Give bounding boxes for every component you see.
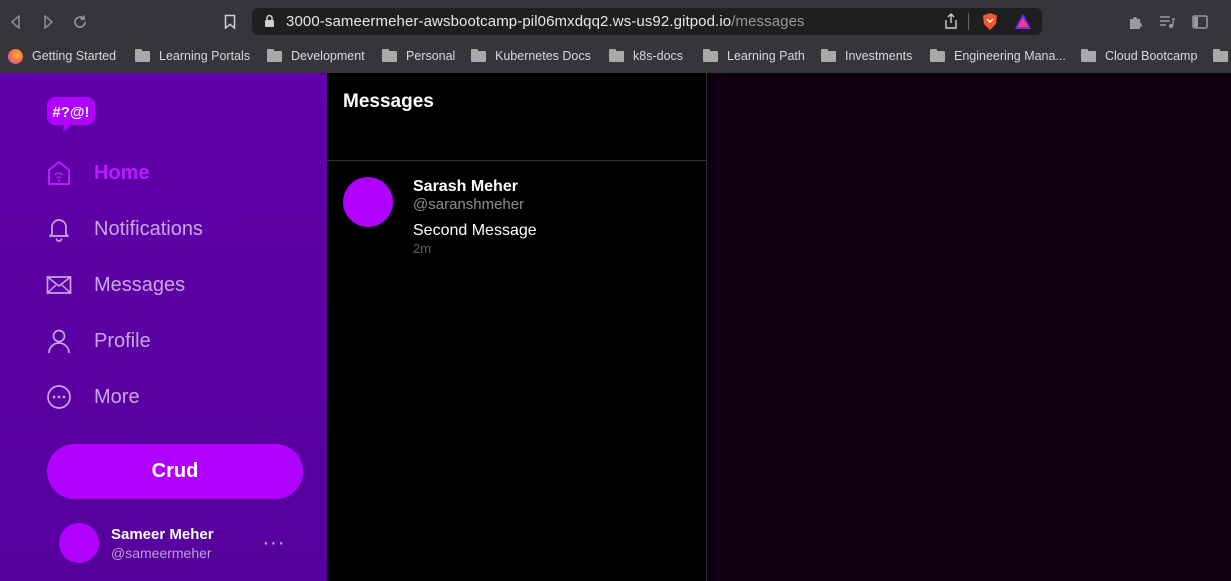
- bookmark-label: Getting Started: [32, 49, 117, 63]
- back-icon[interactable]: [4, 10, 28, 34]
- sidebar-item-label: More: [94, 385, 140, 408]
- brave-rewards-icon[interactable]: [1014, 13, 1032, 35]
- bookmark-folder[interactable]: Learning Portals: [135, 46, 250, 66]
- playlist-icon[interactable]: [1155, 10, 1179, 34]
- profile-name: Sameer Meher: [111, 526, 214, 543]
- app-logo[interactable]: #?@!: [47, 95, 95, 133]
- bell-icon: [46, 216, 72, 242]
- share-icon[interactable]: [944, 13, 958, 35]
- bookmark-folder[interactable]: Learning Path: [703, 46, 805, 66]
- folder-icon: [382, 48, 397, 62]
- browser-toolbar: 3000-sameermeher-awsbootcamp-pil06mxdqq2…: [0, 0, 1231, 43]
- bookmark-label: Learning Portals: [159, 49, 251, 63]
- folder-icon: [703, 48, 718, 62]
- forward-icon[interactable]: [36, 10, 60, 34]
- folder-icon: [609, 48, 624, 62]
- folder-icon: [930, 48, 945, 62]
- folder-icon: [1213, 48, 1228, 62]
- sidebar-item-profile[interactable]: Profile: [46, 325, 151, 357]
- bookmark-folder[interactable]: Kubernetes Docs: [471, 46, 591, 66]
- sidebar-item-label: Notifications: [94, 217, 203, 240]
- bookmark-label: Investments: [845, 49, 913, 63]
- sidebar-toggle-icon[interactable]: [1188, 10, 1212, 34]
- sidebar-item-label: Messages: [94, 273, 186, 296]
- bookmark-folder[interactable]: Cloud Bootcamp: [1081, 46, 1197, 66]
- bookmark-label: Cloud Bootcamp: [1105, 49, 1198, 63]
- address-bar[interactable]: 3000-sameermeher-awsbootcamp-pil06mxdqq2…: [252, 8, 1042, 35]
- sidebar-item-label: Profile: [94, 329, 151, 352]
- avatar[interactable]: [343, 177, 393, 227]
- bookmark-label: Kubernetes Docs: [495, 49, 591, 63]
- bookmark-getting-started[interactable]: Getting Started: [8, 46, 116, 66]
- url-host: 3000-sameermeher-awsbootcamp-pil06mxdqq2…: [286, 13, 732, 30]
- crud-button[interactable]: Crud: [47, 444, 303, 499]
- message-sender-handle: @saranshmeher: [413, 196, 525, 213]
- bookmark-label: Learning Path: [727, 49, 805, 63]
- sidebar-item-messages[interactable]: Messages: [46, 269, 185, 301]
- messages-panel: Messages Sarash Meher @saranshmeher Seco…: [327, 73, 707, 581]
- sidebar-item-notifications[interactable]: Notifications: [46, 213, 203, 245]
- bookmark-label: Development: [291, 49, 365, 63]
- bookmark-folder[interactable]: Development: [267, 46, 365, 66]
- profile-more-button[interactable]: ···: [262, 533, 286, 553]
- bookmark-icon[interactable]: [218, 10, 242, 34]
- folder-icon: [267, 48, 282, 62]
- lock-icon: [264, 14, 275, 33]
- sidebar-item-label: Home: [94, 161, 150, 184]
- bookmark-folder[interactable]: [1213, 46, 1231, 66]
- reload-icon[interactable]: [68, 10, 92, 34]
- bookmark-folder[interactable]: Investments: [821, 46, 912, 66]
- bookmark-label: k8s-docs: [633, 49, 684, 63]
- home-icon: [46, 160, 72, 186]
- message-text: Second Message: [413, 222, 537, 239]
- message-item[interactable]: Sarash Meher @saranshmeher Second Messag…: [327, 161, 706, 261]
- profile-handle: @sameermeher: [111, 545, 212, 561]
- bookmark-folder[interactable]: Personal: [382, 46, 455, 66]
- sidebar-item-home[interactable]: Home: [46, 157, 150, 189]
- folder-icon: [135, 48, 150, 62]
- page-title: Messages: [343, 91, 434, 112]
- bookmark-label: Personal: [406, 49, 456, 63]
- mail-icon: [46, 272, 72, 298]
- bookmark-folder[interactable]: Engineering Mana...: [930, 46, 1066, 66]
- logo-text: #?@!: [52, 104, 89, 121]
- more-circle-icon: [46, 384, 72, 410]
- message-sender-name: Sarash Meher: [413, 178, 518, 195]
- brave-shield-icon[interactable]: [981, 12, 999, 36]
- person-icon: [46, 328, 72, 354]
- url-path: /messages: [731, 13, 805, 30]
- bookmarks-bar: Getting Started Learning Portals Develop…: [0, 43, 1231, 74]
- avatar[interactable]: [59, 523, 99, 563]
- sidebar-item-more[interactable]: More: [46, 381, 140, 413]
- firefox-icon: [8, 48, 23, 64]
- sidebar: #?@! Home Notifications Messages Profile…: [0, 73, 327, 581]
- folder-icon: [471, 48, 486, 62]
- bookmark-label: Engineering Mana...: [954, 49, 1066, 63]
- url-text: 3000-sameermeher-awsbootcamp-pil06mxdqq2…: [286, 13, 805, 30]
- right-pane: [707, 73, 1231, 581]
- bookmark-folder[interactable]: k8s-docs: [609, 46, 683, 66]
- messages-header: Messages: [327, 73, 706, 161]
- extensions-icon[interactable]: [1123, 10, 1147, 34]
- folder-icon: [821, 48, 836, 62]
- message-time: 2m: [413, 241, 432, 256]
- folder-icon: [1081, 48, 1096, 62]
